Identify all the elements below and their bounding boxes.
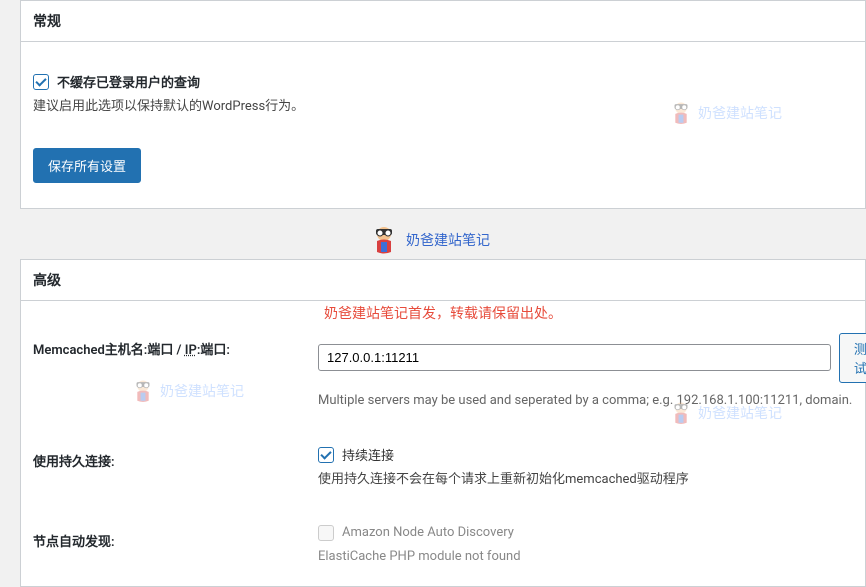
persistent-checkbox-label[interactable]: 持续连接 xyxy=(342,445,394,464)
ip-abbr: IP xyxy=(185,343,197,358)
persistent-label: 使用持久连接: xyxy=(33,445,318,490)
autodiscovery-label: 节点自动发现: xyxy=(33,525,318,567)
mascot-icon xyxy=(368,224,400,256)
memcached-host-input[interactable] xyxy=(318,344,831,371)
general-panel-body: 不缓存已登录用户的查询 建议启用此选项以保持默认的WordPress行为。 保存… xyxy=(21,42,865,208)
memcached-hint: Multiple servers may be used and seperat… xyxy=(318,391,866,411)
persistent-checkbox[interactable] xyxy=(318,447,334,463)
no-cache-desc: 建议启用此选项以保持默认的WordPress行为。 xyxy=(33,97,853,118)
advanced-panel-title: 高级 xyxy=(21,260,865,301)
test-button[interactable]: 测试 xyxy=(839,333,866,383)
autodiscovery-desc: ElastiCache PHP module not found xyxy=(318,547,853,567)
no-cache-logged-in-checkbox[interactable] xyxy=(33,74,49,90)
general-panel: 常规 不缓存已登录用户的查询 建议启用此选项以保持默认的WordPress行为。… xyxy=(20,0,866,209)
persistent-row: 使用持久连接: 持续连接 使用持久连接不会在每个请求上重新初始化memcache… xyxy=(21,430,865,510)
autodiscovery-checkbox xyxy=(318,525,334,541)
persistent-desc: 使用持久连接不会在每个请求上重新初始化memcached驱动程序 xyxy=(318,470,853,490)
no-cache-logged-in-label[interactable]: 不缓存已登录用户的查询 xyxy=(57,72,200,91)
memcached-row: Memcached主机名:端口 / IP:端口: 测试 Multiple ser… xyxy=(21,333,865,431)
red-notice: 奶爸建站笔记首发，转载请保留出处。 xyxy=(21,301,865,333)
save-all-button[interactable]: 保存所有设置 xyxy=(33,148,141,183)
memcached-label: Memcached主机名:端口 / IP:端口: xyxy=(33,333,318,411)
no-cache-logged-in-row: 不缓存已登录用户的查询 xyxy=(33,72,853,91)
advanced-panel: 高级 奶爸建站笔记首发，转载请保留出处。 Memcached主机名:端口 / I… xyxy=(20,259,866,587)
watermark-center-text: 奶爸建站笔记 xyxy=(406,230,490,250)
watermark-center: 奶爸建站笔记 xyxy=(368,224,490,256)
autodiscovery-field: Amazon Node Auto Discovery ElastiCache P… xyxy=(318,525,853,567)
autodiscovery-checkbox-label: Amazon Node Auto Discovery xyxy=(342,525,514,540)
autodiscovery-row: 节点自动发现: Amazon Node Auto Discovery Elast… xyxy=(21,510,865,587)
general-panel-title: 常规 xyxy=(21,1,865,42)
persistent-field: 持续连接 使用持久连接不会在每个请求上重新初始化memcached驱动程序 xyxy=(318,445,853,490)
memcached-field: 测试 Multiple servers may be used and sepe… xyxy=(318,333,866,411)
